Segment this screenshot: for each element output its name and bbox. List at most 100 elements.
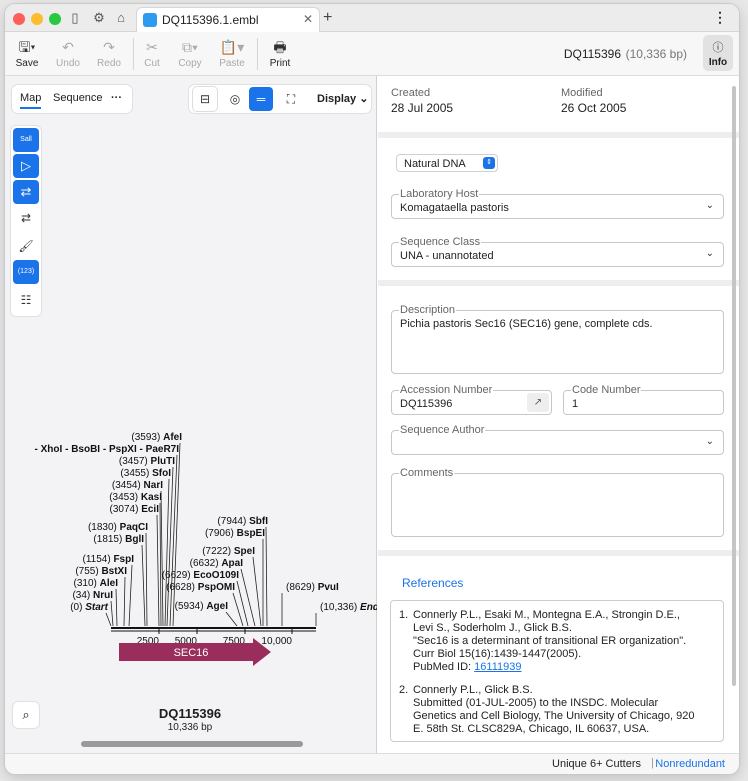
accession-value: DQ115396 (400, 398, 453, 410)
undo-button[interactable]: ↶ Undo (50, 38, 86, 69)
scissors-icon: ✂ (146, 39, 158, 55)
copy-icon: ⧉▾ (182, 39, 198, 55)
site-label: (3593) AfeI (131, 432, 182, 443)
created-label: Created (391, 87, 431, 99)
redo-button[interactable]: ↷ Redo (91, 38, 127, 69)
site-label: (1154) FspI (82, 554, 134, 565)
tab-document[interactable]: DQ115396.1.embl ✕ (136, 7, 320, 32)
molecule-select[interactable]: Natural DNA ⇕ (396, 154, 498, 172)
site-label: (3453) KasI (109, 492, 162, 503)
reference-line: Connerly P.L., Esaki M., Montegna E.A., … (413, 609, 680, 621)
magnifier-icon[interactable]: ⌕ (13, 702, 39, 728)
external-link-icon[interactable]: ↗ (527, 393, 549, 412)
section-divider (378, 132, 739, 138)
site-label: (6629) EcoO109I (162, 570, 239, 581)
site-line (115, 588, 118, 627)
created-date: 28 Jul 2005 (391, 101, 454, 115)
redundancy-status[interactable]: Nonredundant (655, 758, 725, 770)
info-icon: ⓘ (712, 42, 724, 54)
undo-label: Undo (56, 58, 80, 69)
reference-number: 1. (399, 609, 409, 621)
minimize-window-button[interactable] (31, 13, 43, 25)
section-divider (378, 550, 739, 556)
site-line (160, 490, 164, 627)
sidebar-toggle-icon[interactable]: ▯ (67, 10, 83, 26)
pubmed-link[interactable]: 16111939 (474, 661, 521, 673)
info-pane: Created 28 Jul 2005 Modified 26 Oct 2005… (378, 76, 739, 753)
paste-label: Paste (219, 58, 245, 69)
site-line (105, 612, 112, 627)
sequence-class-value: UNA - unannotated (400, 250, 494, 262)
save-label: Save (15, 58, 39, 69)
reference-line: Curr Biol 15(16):1439-1447(2005). (413, 648, 582, 660)
feature-label: SEC16 (174, 647, 209, 659)
site-label: (1830) PaqCI (88, 522, 148, 533)
save-button[interactable]: 🖫▾ Save (9, 38, 45, 69)
info-button[interactable]: ⓘ Info (703, 35, 733, 71)
accession-field[interactable]: Accession Number DQ115396 ↗ (391, 384, 552, 415)
document-icon (143, 13, 157, 27)
vertical-scrollbar[interactable] (732, 86, 736, 686)
sequence-length: (10,336 bp) (625, 47, 687, 61)
site-line (128, 564, 133, 627)
site-line (159, 502, 162, 627)
print-label: Print (269, 58, 291, 69)
copy-button[interactable]: ⧉▾ Copy (172, 38, 208, 69)
print-button[interactable]: 🖶 Print (262, 38, 298, 69)
site-label: (310) AleI (74, 578, 119, 589)
comments-field[interactable]: Comments (391, 467, 724, 537)
site-line (265, 526, 268, 627)
map-pane: Map Sequence ··· ⊟ ◎ ═ ⛶ Display ⌄ Sall … (5, 76, 377, 753)
zoom-window-button[interactable] (49, 13, 61, 25)
site-label: (3457) PluTI (119, 456, 175, 467)
new-tab-button[interactable]: + (323, 9, 332, 27)
sequence-class-label: Sequence Class (399, 236, 482, 248)
sequence-author-field[interactable]: Sequence Author ⌄ (391, 424, 724, 455)
cut-button[interactable]: ✂ Cut (134, 38, 170, 69)
horizontal-scrollbar[interactable] (81, 741, 303, 747)
ruler-label: 10,000 (261, 636, 292, 647)
description-field[interactable]: Description Pichia pastoris Sec16 (SEC16… (391, 304, 724, 374)
site-line (166, 466, 174, 627)
site-line (225, 611, 238, 627)
site-label: (10,336) End (320, 602, 377, 613)
reference-line: Levi S., Soderholm J., Glick B.S. (413, 622, 572, 634)
reference-line: Connerly P.L., Glick B.S. (413, 684, 533, 696)
window-menu-icon[interactable]: ⋮ (713, 9, 727, 26)
sequence-name: DQ115396 (563, 47, 621, 61)
map-subtitle: 10,336 bp (167, 722, 213, 733)
save-icon: 🖫▾ (18, 39, 36, 55)
paste-button[interactable]: 📋▾ Paste (214, 38, 250, 69)
printer-icon: 🖶 (273, 39, 287, 55)
reference-line: "Sec16 is a determinant of transitional … (413, 635, 687, 647)
undo-icon: ↶ (62, 39, 74, 55)
chevron-down-icon: ⌄ (705, 200, 714, 211)
accession-label: Accession Number (399, 384, 494, 396)
site-label: (34) NruI (72, 590, 113, 601)
reference-item: 1. Connerly P.L., Esaki M., Montegna E.A… (399, 609, 715, 674)
home-icon[interactable]: ⌂ (113, 10, 129, 26)
lab-host-field[interactable]: Laboratory Host Komagataella pastoris ⌄ (391, 188, 724, 219)
code-number-field[interactable]: Code Number 1 (563, 384, 724, 415)
pubmed-label: PubMed ID: (413, 661, 472, 673)
site-label: (7222) SpeI (202, 546, 255, 557)
close-tab-icon[interactable]: ✕ (303, 12, 313, 26)
reference-line: Genetics and Cell Biology, The Universit… (413, 710, 695, 722)
lab-host-label: Laboratory Host (399, 188, 480, 200)
cutters-status[interactable]: Unique 6+ Cutters (552, 758, 641, 770)
code-number-label: Code Number (571, 384, 642, 396)
info-label: Info (708, 57, 728, 68)
sequence-class-field[interactable]: Sequence Class UNA - unannotated ⌄ (391, 236, 724, 267)
site-line (164, 478, 170, 627)
site-label: (7944) SbfI (217, 516, 268, 527)
description-label: Description (399, 304, 457, 316)
molecule-value: Natural DNA (404, 158, 466, 170)
site-label: - XhoI - BsoBI - PspXI - PaeR7I (35, 444, 180, 455)
chevron-down-icon: ⌄ (705, 248, 714, 259)
site-line (156, 514, 160, 627)
app-window: ▯ ⚙ ⌂ DQ115396.1.embl ✕ + ⋮ 🖫▾ Save ↶ Un… (5, 4, 739, 774)
gear-icon[interactable]: ⚙ (91, 10, 107, 26)
section-divider (378, 280, 739, 286)
modified-label: Modified (561, 87, 603, 99)
close-window-button[interactable] (13, 13, 25, 25)
